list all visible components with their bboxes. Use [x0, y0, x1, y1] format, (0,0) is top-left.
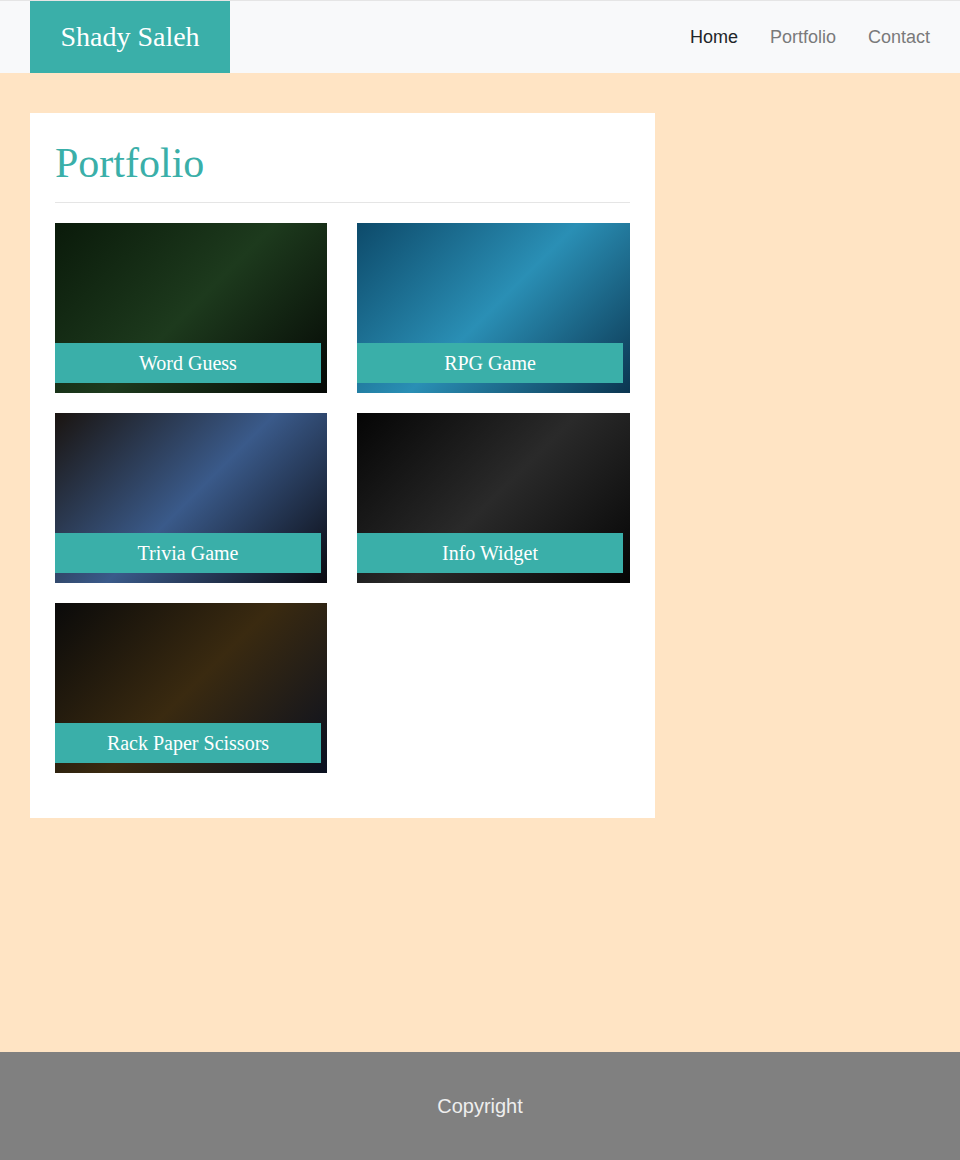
project-card[interactable]: Info Widget: [357, 413, 630, 583]
portfolio-title: Portfolio: [55, 138, 630, 203]
project-title: Word Guess: [55, 343, 321, 383]
nav-link[interactable]: Home: [674, 24, 754, 51]
portfolio-card: Portfolio Word Guess RPG Game Trivia Game In…: [30, 113, 655, 818]
nav-links: HomePortfolioContact: [674, 1, 946, 73]
project-card[interactable]: Word Guess: [55, 223, 327, 393]
project-card[interactable]: RPG Game: [357, 223, 630, 393]
footer: Copyright: [0, 1052, 960, 1160]
nav-link[interactable]: Portfolio: [754, 24, 852, 51]
navbar: Shady Saleh HomePortfolioContact: [0, 0, 960, 73]
project-card[interactable]: Trivia Game: [55, 413, 327, 583]
project-card[interactable]: Rack Paper Scissors: [55, 603, 327, 773]
project-title: RPG Game: [357, 343, 623, 383]
main-content: Portfolio Word Guess RPG Game Trivia Game In…: [0, 73, 960, 1052]
nav-link[interactable]: Contact: [852, 24, 946, 51]
copyright-text: Copyright: [437, 1091, 523, 1121]
project-title: Info Widget: [357, 533, 623, 573]
project-title: Trivia Game: [55, 533, 321, 573]
project-grid: Word Guess RPG Game Trivia Game Info Widget…: [55, 223, 630, 773]
brand-link[interactable]: Shady Saleh: [30, 1, 230, 73]
project-title: Rack Paper Scissors: [55, 723, 321, 763]
